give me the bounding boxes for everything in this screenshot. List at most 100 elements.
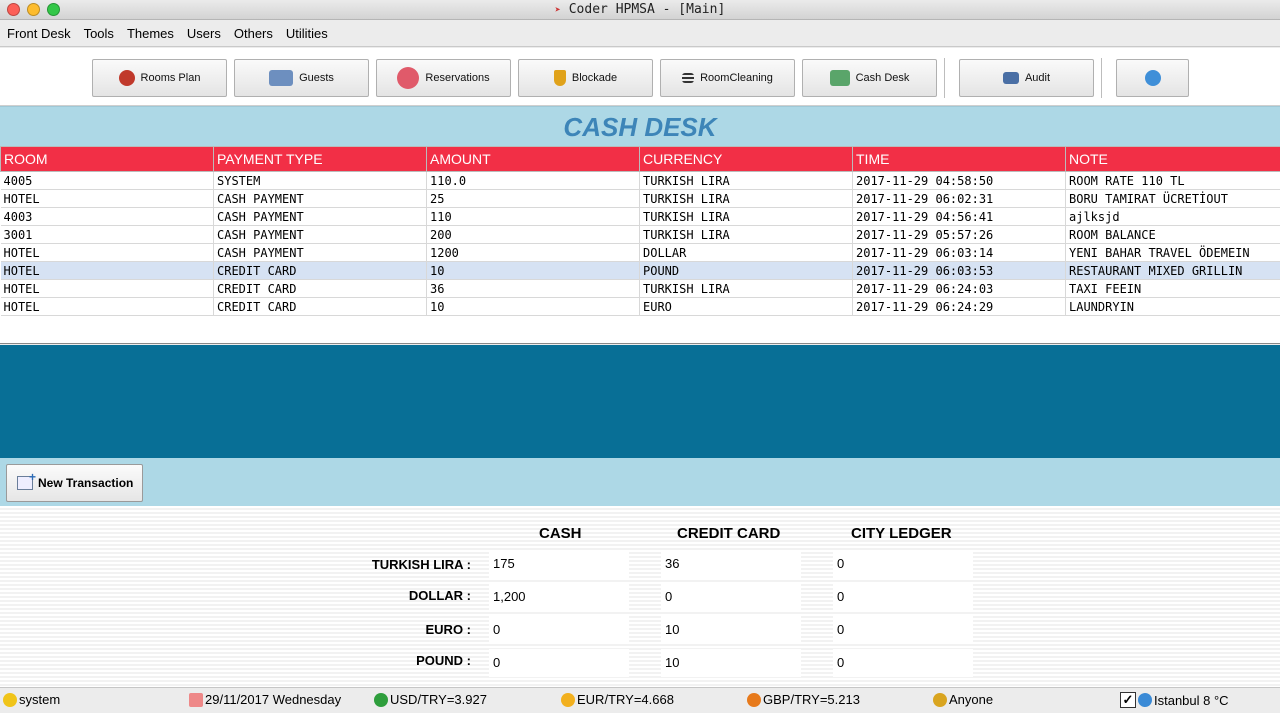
status-date-text: 29/11/2017 Wednesday	[205, 692, 342, 707]
user-icon	[3, 692, 17, 707]
cell-room: 3001	[0, 225, 214, 244]
audit-label: Audit	[1024, 72, 1051, 84]
cell-time: 2017-11-29 06:02:31	[852, 189, 1066, 208]
cell-payment-type: SYSTEM	[213, 171, 427, 190]
toolbar-separator	[944, 58, 945, 98]
status-usd-text: USD/TRY=3.927	[390, 692, 487, 707]
status-usd: USD/TRY=3.927	[374, 692, 487, 707]
table-row[interactable]: HOTEL CREDIT CARD 10 EURO 2017-11-29 06:…	[0, 297, 1280, 316]
cell-amount: 200	[426, 225, 640, 244]
room-cleaning-button[interactable]: RoomCleaning	[660, 59, 795, 97]
cell-currency: POUND	[639, 261, 853, 280]
summary-label-pound: POUND :	[416, 653, 471, 668]
summary-credit-dollar: 0	[661, 583, 801, 611]
summary-ledger-dollar: 0	[833, 583, 973, 611]
menu-bar: Front Desk Tools Themes Users Others Uti…	[0, 21, 1280, 47]
blockade-button[interactable]: Blockade	[518, 59, 653, 97]
new-transaction-button[interactable]: New Transaction	[6, 464, 143, 502]
status-date: 29/11/2017 Wednesday	[189, 692, 341, 707]
cell-note: ajlksjd	[1065, 207, 1280, 226]
checkbox-icon[interactable]: ✓	[1120, 692, 1136, 708]
cell-room: 4005	[0, 171, 214, 190]
cash-desk-header: CASH DESK	[0, 106, 1280, 146]
toolbar: Rooms Plan Guests Reservations Blockade …	[0, 48, 1280, 106]
column-header-amount[interactable]: AMOUNT	[426, 146, 640, 172]
status-gbp: GBP/TRY=5.213	[747, 692, 860, 707]
column-header-time[interactable]: TIME	[852, 146, 1066, 172]
column-header-note[interactable]: NOTE	[1065, 146, 1280, 172]
cash-desk-button[interactable]: Cash Desk	[802, 59, 937, 97]
audit-icon	[1002, 72, 1019, 84]
cash-desk-label: Cash Desk	[855, 72, 910, 84]
summary-credit-turkish-lira: 36	[661, 550, 801, 578]
cell-payment-type: CREDIT CARD	[213, 261, 427, 280]
cell-currency: TURKISH LIRA	[639, 171, 853, 190]
lock-icon	[933, 692, 947, 707]
pound-icon	[747, 692, 761, 707]
reservations-label: Reservations	[425, 72, 490, 84]
cell-time: 2017-11-29 06:03:14	[852, 243, 1066, 262]
cell-amount: 36	[426, 279, 640, 298]
column-header-room[interactable]: ROOM	[0, 146, 214, 172]
cell-note: ROOM BALANCE	[1065, 225, 1280, 244]
empty-panel	[0, 345, 1280, 458]
reservations-button[interactable]: Reservations	[376, 59, 511, 97]
refresh-button[interactable]	[1116, 59, 1189, 97]
status-anyone: Anyone	[933, 692, 993, 707]
cell-room: HOTEL	[0, 261, 214, 280]
summary-cash-pound: 0	[489, 649, 629, 677]
table-row-selected[interactable]: HOTEL CREDIT CARD 10 POUND 2017-11-29 06…	[0, 261, 1280, 280]
page-title: CASH DESK	[563, 112, 717, 142]
table-row[interactable]: 4003 CASH PAYMENT 110 TURKISH LIRA 2017-…	[0, 207, 1280, 226]
new-transaction-icon	[17, 470, 36, 490]
title-bar: ➤ Coder HPMSA - [Main]	[0, 0, 1280, 20]
window-title-text: Coder HPMSA - [Main]	[568, 2, 726, 17]
rooms-plan-button[interactable]: Rooms Plan	[92, 59, 227, 97]
table-row[interactable]: 4005 SYSTEM 110.0 TURKISH LIRA 2017-11-2…	[0, 171, 1280, 190]
cell-amount: 110	[426, 207, 640, 226]
summary-ledger-pound: 0	[833, 649, 973, 677]
cell-time: 2017-11-29 06:24:03	[852, 279, 1066, 298]
cell-note: RESTAURANT MIXED GRILLIN	[1065, 261, 1280, 280]
menu-others[interactable]: Others	[234, 26, 273, 41]
status-weather-text: Istanbul 8 °C	[1154, 692, 1229, 708]
cell-time: 2017-11-29 05:57:26	[852, 225, 1066, 244]
new-transaction-label: New Transaction	[38, 476, 134, 490]
summary-cash-dollar: 1,200	[489, 583, 629, 611]
guests-button[interactable]: Guests	[234, 59, 369, 97]
menu-front-desk[interactable]: Front Desk	[7, 26, 71, 41]
cell-currency: EURO	[639, 297, 853, 316]
status-bar: system 29/11/2017 Wednesday USD/TRY=3.92…	[0, 687, 1280, 713]
cell-payment-type: CASH PAYMENT	[213, 225, 427, 244]
menu-users[interactable]: Users	[187, 26, 221, 41]
column-header-currency[interactable]: CURRENCY	[639, 146, 853, 172]
summary-credit-euro: 10	[661, 616, 801, 644]
cell-room: HOTEL	[0, 243, 214, 262]
refresh-icon	[1144, 70, 1161, 86]
guests-icon	[269, 70, 294, 86]
table-header-row: ROOM PAYMENT TYPE AMOUNT CURRENCY TIME N…	[0, 146, 1280, 172]
menu-themes[interactable]: Themes	[127, 26, 174, 41]
cell-currency: TURKISH LIRA	[639, 189, 853, 208]
app-icon: ➤	[554, 5, 561, 16]
cell-time: 2017-11-29 04:58:50	[852, 171, 1066, 190]
summary-header-city-ledger: CITY LEDGER	[851, 525, 952, 542]
column-header-payment-type[interactable]: PAYMENT TYPE	[213, 146, 427, 172]
blockade-label: Blockade	[571, 72, 618, 84]
audit-button[interactable]: Audit	[959, 59, 1094, 97]
action-bar: New Transaction	[0, 458, 1280, 506]
dollar-icon	[374, 692, 388, 707]
menu-tools[interactable]: Tools	[84, 26, 114, 41]
summary-cash-euro: 0	[489, 616, 629, 644]
status-user: system	[3, 692, 60, 707]
summary-label-euro: EURO :	[425, 622, 472, 637]
cell-room: HOTEL	[0, 189, 214, 208]
table-row[interactable]: 3001 CASH PAYMENT 200 TURKISH LIRA 2017-…	[0, 225, 1280, 244]
table-row[interactable]: HOTEL CASH PAYMENT 1200 DOLLAR 2017-11-2…	[0, 243, 1280, 262]
cell-time: 2017-11-29 04:56:41	[852, 207, 1066, 226]
summary-header-credit-card: CREDIT CARD	[677, 525, 781, 542]
menu-utilities[interactable]: Utilities	[286, 26, 328, 41]
summary-credit-pound: 10	[661, 649, 801, 677]
table-row[interactable]: HOTEL CASH PAYMENT 25 TURKISH LIRA 2017-…	[0, 189, 1280, 208]
table-row[interactable]: HOTEL CREDIT CARD 36 TURKISH LIRA 2017-1…	[0, 279, 1280, 298]
